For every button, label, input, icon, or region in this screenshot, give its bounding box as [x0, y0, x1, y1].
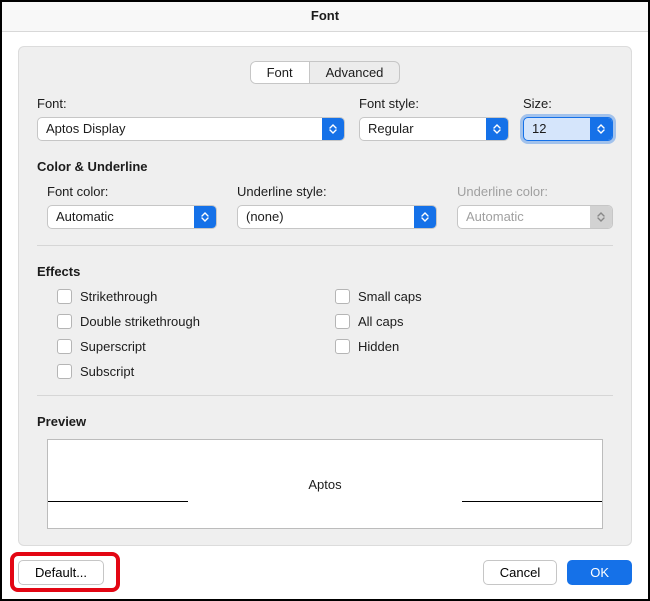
underline-color-label: Underline color:	[457, 184, 613, 199]
strikethrough-checkbox[interactable]: Strikethrough	[57, 289, 335, 304]
checkbox-icon	[57, 289, 72, 304]
divider	[37, 395, 613, 396]
size-value: 12	[524, 118, 590, 140]
chevron-updown-icon	[322, 118, 344, 140]
ok-button[interactable]: OK	[567, 560, 632, 585]
superscript-checkbox[interactable]: Superscript	[57, 339, 335, 354]
checkbox-icon	[57, 314, 72, 329]
strikethrough-label: Strikethrough	[80, 289, 157, 304]
font-style-label: Font style:	[359, 96, 509, 111]
font-value: Aptos Display	[38, 118, 322, 140]
small-caps-label: Small caps	[358, 289, 422, 304]
hidden-label: Hidden	[358, 339, 399, 354]
preview-area: Aptos	[47, 439, 603, 529]
underline-color-combobox: Automatic	[457, 205, 613, 229]
dialog-title: Font	[2, 2, 648, 32]
double-strikethrough-label: Double strikethrough	[80, 314, 200, 329]
effects-heading: Effects	[37, 264, 613, 279]
checkbox-icon	[335, 339, 350, 354]
double-strikethrough-checkbox[interactable]: Double strikethrough	[57, 314, 335, 329]
font-combobox[interactable]: Aptos Display	[37, 117, 345, 141]
font-label: Font:	[37, 96, 345, 111]
tab-segmented: Font Advanced	[250, 61, 401, 84]
chevron-updown-icon	[414, 206, 436, 228]
hidden-checkbox[interactable]: Hidden	[335, 339, 613, 354]
all-caps-checkbox[interactable]: All caps	[335, 314, 613, 329]
tab-advanced[interactable]: Advanced	[309, 62, 400, 83]
preview-heading: Preview	[37, 414, 613, 429]
font-panel: Font Advanced Font: Aptos Display Font s…	[18, 46, 632, 546]
divider	[37, 245, 613, 246]
font-style-value: Regular	[360, 118, 486, 140]
underline-color-value: Automatic	[458, 206, 590, 228]
checkbox-icon	[57, 364, 72, 379]
dialog-footer: Default... Cancel OK	[18, 560, 632, 585]
chevron-updown-icon	[194, 206, 216, 228]
cancel-button[interactable]: Cancel	[483, 560, 557, 585]
size-combobox[interactable]: 12	[523, 117, 613, 141]
preview-text: Aptos	[308, 477, 341, 492]
superscript-label: Superscript	[80, 339, 146, 354]
default-button[interactable]: Default...	[18, 560, 104, 585]
preview-baseline-left	[48, 501, 188, 502]
checkbox-icon	[57, 339, 72, 354]
underline-style-combobox[interactable]: (none)	[237, 205, 437, 229]
chevron-updown-icon	[590, 118, 612, 140]
preview-baseline-right	[462, 501, 602, 502]
color-underline-heading: Color & Underline	[37, 159, 613, 174]
all-caps-label: All caps	[358, 314, 404, 329]
font-style-combobox[interactable]: Regular	[359, 117, 509, 141]
small-caps-checkbox[interactable]: Small caps	[335, 289, 613, 304]
size-label: Size:	[523, 96, 613, 111]
font-color-combobox[interactable]: Automatic	[47, 205, 217, 229]
subscript-label: Subscript	[80, 364, 134, 379]
underline-style-value: (none)	[238, 206, 414, 228]
subscript-checkbox[interactable]: Subscript	[57, 364, 335, 379]
tab-font[interactable]: Font	[251, 62, 309, 83]
chevron-updown-icon	[590, 206, 612, 228]
underline-style-label: Underline style:	[237, 184, 437, 199]
chevron-updown-icon	[486, 118, 508, 140]
checkbox-icon	[335, 314, 350, 329]
font-color-label: Font color:	[47, 184, 217, 199]
checkbox-icon	[335, 289, 350, 304]
font-color-value: Automatic	[48, 206, 194, 228]
